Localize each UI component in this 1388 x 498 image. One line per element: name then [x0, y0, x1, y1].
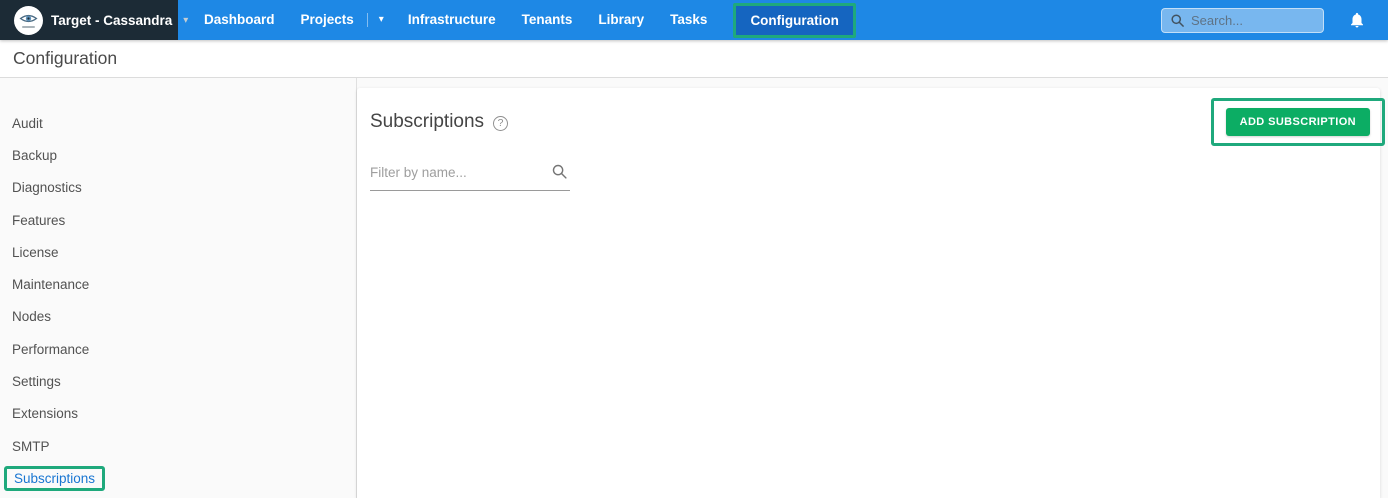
- sidebar-item-backup[interactable]: Backup: [0, 139, 356, 171]
- global-search-box: [1161, 7, 1324, 33]
- nav-item-infrastructure[interactable]: Infrastructure: [395, 0, 509, 40]
- sidebar-item-diagnostics[interactable]: Diagnostics: [0, 172, 356, 204]
- nav-item-library[interactable]: Library: [585, 0, 657, 40]
- filter-field: [370, 164, 570, 191]
- nav-item-projects[interactable]: Projects: [288, 0, 367, 40]
- sidebar-item-subscriptions[interactable]: Subscriptions: [14, 471, 95, 486]
- sidebar-item-nodes[interactable]: Nodes: [0, 301, 356, 333]
- eye-icon: [19, 14, 38, 23]
- page-header: Configuration: [0, 40, 1388, 78]
- sidebar-item-maintenance[interactable]: Maintenance: [0, 268, 356, 300]
- projects-dropdown-caret-icon[interactable]: ▾: [368, 0, 395, 40]
- filter-search-icon-wrap: [551, 163, 568, 185]
- primary-nav: Dashboard Projects ▾ Infrastructure Tena…: [191, 0, 720, 40]
- logo-wordmark: [22, 26, 35, 28]
- add-subscription-button[interactable]: ADD SUBSCRIPTION: [1225, 108, 1370, 136]
- sidebar-item-extensions[interactable]: Extensions: [0, 398, 356, 430]
- nav-item-dashboard[interactable]: Dashboard: [191, 0, 288, 40]
- nav-item-configuration[interactable]: Configuration: [736, 5, 853, 35]
- annotation-box-add-subscription: ADD SUBSCRIPTION: [1210, 98, 1385, 146]
- nav-item-tasks[interactable]: Tasks: [657, 0, 720, 40]
- topbar-right-tools: [1161, 0, 1388, 40]
- help-icon[interactable]: ?: [493, 116, 509, 131]
- sidebar-item-smtp[interactable]: SMTP: [0, 430, 356, 462]
- filter-by-name-input[interactable]: [370, 165, 542, 180]
- notifications-button[interactable]: [1348, 11, 1366, 29]
- sidebar-item-license[interactable]: License: [0, 236, 356, 268]
- search-icon: [1171, 13, 1184, 27]
- top-navigation-bar: Target - Cassandra ▾ Dashboard Projects …: [0, 0, 1388, 40]
- sidebar-item-features[interactable]: Features: [0, 204, 356, 236]
- subscriptions-heading: Subscriptions: [370, 111, 485, 132]
- cassandra-eye-logo-icon: [14, 5, 43, 35]
- brand-menu[interactable]: Target - Cassandra ▾: [0, 0, 188, 40]
- sidebar-item-subscriptions-row: Subscriptions: [0, 462, 356, 494]
- annotation-box-configuration: Configuration: [733, 2, 856, 38]
- sidebar-item-performance[interactable]: Performance: [0, 333, 356, 365]
- global-search-input[interactable]: [1191, 12, 1315, 28]
- brand-label: Target - Cassandra: [51, 12, 173, 28]
- subscriptions-card: Subscriptions ?: [357, 88, 1380, 498]
- configuration-sidebar: Audit Backup Diagnostics Features Licens…: [0, 78, 357, 498]
- page-body: Audit Backup Diagnostics Features Licens…: [0, 78, 1388, 498]
- bell-icon: [1351, 12, 1363, 28]
- annotation-box-subscriptions: Subscriptions: [4, 465, 106, 491]
- search-icon: [552, 164, 567, 179]
- nav-item-tenants[interactable]: Tenants: [509, 0, 586, 40]
- chevron-down-icon: ▾: [183, 14, 189, 26]
- main-content-area: Subscriptions ? ADD SUBSCRIPTION: [357, 78, 1388, 498]
- page-title: Configuration: [13, 48, 118, 68]
- sidebar-item-audit[interactable]: Audit: [0, 107, 356, 139]
- sidebar-item-settings[interactable]: Settings: [0, 365, 356, 397]
